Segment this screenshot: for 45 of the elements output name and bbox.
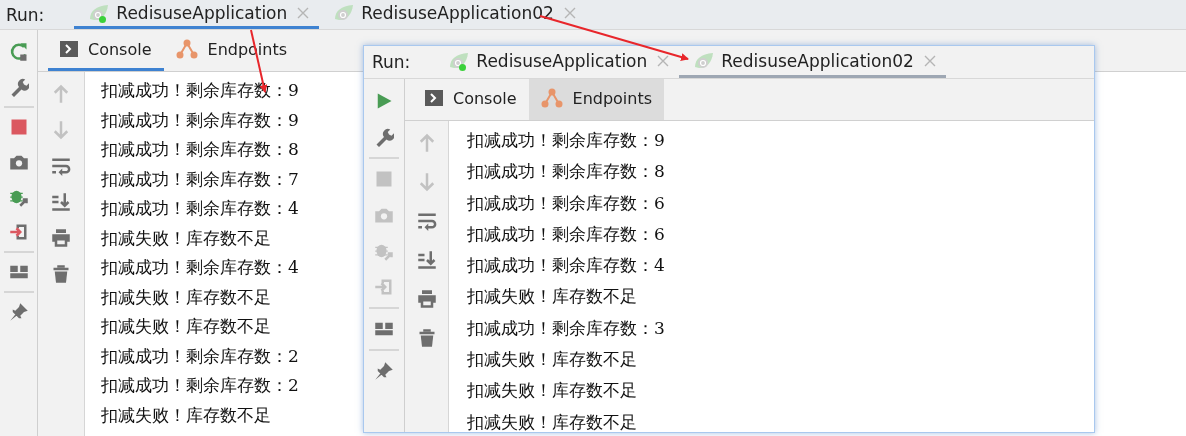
scroll-to-end-icon[interactable]	[51, 192, 71, 212]
console-line: 扣减成功！剩余库存数：2	[101, 344, 299, 368]
spring-leaf-icon	[333, 3, 356, 23]
console-line: 扣减失败！库存数不足	[467, 379, 637, 403]
console-line: 扣减成功！剩余库存数：4	[101, 256, 299, 279]
console-line: 扣减成功！剩余库存数：9	[101, 108, 299, 132]
console-line: 扣减成功！剩余库存数：8	[467, 160, 665, 184]
console-line: 扣减成功！剩余库存数：7	[101, 167, 299, 191]
console-line: 扣减成功！剩余库存数：2	[101, 374, 299, 397]
console-line: 扣减失败！库存数不足	[101, 403, 271, 427]
console-line: 扣减成功！剩余库存数：9	[467, 129, 665, 152]
spring-leaf-icon	[693, 50, 716, 71]
console-line: 扣减成功！剩余库存数：4	[467, 254, 665, 278]
console-line: 扣减成功！剩余库存数：6	[467, 222, 665, 246]
soft-wrap-icon[interactable]	[416, 211, 437, 231]
run-tab[interactable]: RedisuseApplication02	[319, 0, 586, 29]
pin-icon[interactable]	[8, 302, 29, 322]
console-line: 扣减成功！剩余库存数：3	[467, 316, 665, 340]
console-line: 扣减失败！库存数不足	[101, 315, 271, 338]
console-line: 扣减失败！库存数不足	[101, 285, 271, 309]
trash-icon[interactable]	[51, 264, 71, 284]
print-icon[interactable]	[416, 289, 437, 309]
rerun-icon[interactable]	[8, 42, 29, 62]
console-tab[interactable]: Endpoints	[528, 79, 665, 120]
soft-wrap-icon[interactable]	[51, 156, 71, 176]
console-line: 扣减成功！剩余库存数：8	[101, 138, 299, 161]
console-tab[interactable]: Console	[413, 79, 529, 120]
endpoints-icon	[175, 39, 198, 59]
run-tab[interactable]: RedisuseApplication	[434, 46, 680, 78]
console-line: 扣减失败！库存数不足	[467, 348, 637, 372]
wrench-icon[interactable]	[374, 127, 394, 147]
console-line: 扣减失败！库存数不足	[101, 226, 271, 250]
console-icon	[60, 41, 78, 57]
run-label: Run:	[371, 52, 412, 72]
pin-icon[interactable]	[374, 361, 394, 381]
console-line: 扣减失败！库存数不足	[467, 410, 637, 432]
print-icon[interactable]	[51, 228, 71, 248]
console-line: 扣减成功！剩余库存数：4	[101, 197, 299, 220]
console-line: 扣减失败！库存数不足	[467, 285, 637, 309]
console-line: 扣减成功！剩余库存数：6	[467, 191, 665, 215]
arrow-into-box-icon[interactable]	[8, 222, 29, 242]
endpoints-icon	[540, 88, 563, 108]
console-icon	[425, 90, 443, 106]
scroll-to-end-icon[interactable]	[416, 250, 437, 270]
run-label: Run:	[5, 4, 46, 25]
